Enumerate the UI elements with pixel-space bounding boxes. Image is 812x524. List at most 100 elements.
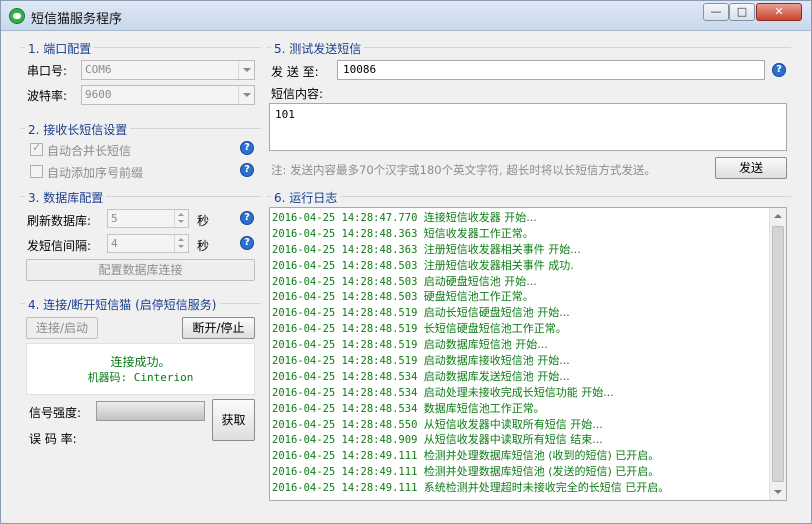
log-message: 硬盘短信池工作正常。 [423, 290, 534, 304]
device-model-text: 机器码: Cinterion [87, 371, 194, 384]
log-line: 2016-04-25 14:28:48.503 注册短信收发器相关事件 成功. [272, 258, 768, 274]
connect-group: 4. 连接/断开短信猫 (启停短信服务) [21, 296, 261, 313]
log-time: 2016-04-25 14:28:48.519 [272, 355, 418, 368]
long-sms-title: 2. 接收长短信设置 [25, 121, 131, 138]
add-seq-prefix-checkbox[interactable] [30, 165, 43, 178]
log-time: 2016-04-25 14:28:48.550 [272, 418, 418, 431]
log-time: 2016-04-25 14:28:48.503 [272, 291, 418, 304]
log-line: 2016-04-25 14:28:48.534 启动数据库发送短信池 开始... [272, 369, 768, 385]
serial-port-label: 串口号: [27, 64, 68, 78]
log-scrollbar[interactable] [769, 208, 786, 500]
main-window: 短信猫服务程序 — □ ✕ 1. 端口配置 串口号: COM6 波特率: 960… [0, 0, 812, 524]
log-time: 2016-04-25 14:28:49.111 [272, 450, 418, 463]
log-time: 2016-04-25 14:28:48.534 [272, 370, 418, 383]
log-message: 注册短信收发器相关事件 成功. [423, 258, 574, 272]
app-chat-icon [9, 8, 25, 24]
serial-port-select[interactable]: COM6 [81, 60, 255, 80]
database-title: 3. 数据库配置 [25, 189, 107, 206]
connection-status-panel: 连接成功。 机器码: Cinterion [26, 343, 255, 395]
close-button[interactable]: ✕ [756, 3, 802, 21]
send-to-label: 发 送 至: [271, 65, 319, 79]
help-icon[interactable]: ? [240, 236, 254, 250]
log-line: 2016-04-25 14:28:48.363 短信收发器工作正常。 [272, 226, 768, 242]
title-bar[interactable]: 短信猫服务程序 — □ ✕ [1, 1, 811, 31]
config-db-connection-button[interactable]: 配置数据库连接 [26, 259, 255, 281]
chevron-down-icon[interactable] [238, 61, 254, 79]
refresh-db-spinner[interactable]: 5 [107, 209, 189, 228]
log-message: 注册短信收发器相关事件 开始... [423, 242, 581, 256]
help-icon[interactable]: ? [240, 141, 254, 155]
sms-content-label: 短信内容: [271, 87, 324, 101]
signal-strength-bar [96, 401, 205, 421]
log-line: 2016-04-25 14:28:49.111 检测并处理数据库短信池 (收到的… [272, 448, 768, 464]
send-interval-label: 发短信间隔: [27, 239, 92, 253]
refresh-db-value: 5 [111, 212, 118, 225]
send-sms-button[interactable]: 发送 [715, 157, 787, 179]
signal-strength-label: 信号强度: [29, 406, 82, 420]
maximize-button[interactable]: □ [729, 3, 755, 21]
refresh-db-label: 刷新数据库: [27, 214, 92, 228]
log-time: 2016-04-25 14:28:48.519 [272, 307, 418, 320]
log-line: 2016-04-25 14:28:48.534 启动处理未接收完成长短信功能 开… [272, 385, 768, 401]
baud-rate-select[interactable]: 9600 [81, 85, 255, 105]
log-message: 数据库短信池工作正常。 [423, 401, 545, 415]
connection-status-text: 连接成功。 [110, 355, 171, 369]
connect-title: 4. 连接/断开短信猫 (启停短信服务) [25, 296, 220, 313]
log-message: 检测并处理数据库短信池 (发送的短信) 已开启。 [423, 465, 660, 479]
log-time: 2016-04-25 14:28:48.534 [272, 386, 418, 399]
spinner-arrows[interactable] [174, 235, 188, 252]
log-lines: 2016-04-25 14:28:47.770 连接短信收发器 开始... 201… [272, 210, 768, 496]
log-time: 2016-04-25 14:28:48.363 [272, 227, 418, 240]
send-interval-unit: 秒 [197, 239, 210, 253]
log-message: 短信收发器工作正常。 [423, 226, 534, 240]
help-icon[interactable]: ? [240, 211, 254, 225]
run-log-panel[interactable]: 2016-04-25 14:28:47.770 连接短信收发器 开始... 201… [269, 207, 787, 501]
port-config-group: 1. 端口配置 [21, 40, 261, 57]
log-message: 连接短信收发器 开始... [423, 211, 537, 224]
chevron-down-icon[interactable] [238, 86, 254, 104]
connect-start-button[interactable]: 连接/启动 [26, 317, 98, 339]
scroll-down-icon[interactable] [774, 490, 782, 494]
log-line: 2016-04-25 14:28:48.519 启动数据库短信池 开始... [272, 337, 768, 353]
log-line: 2016-04-25 14:28:49.111 系统检测并处理超时未接收完全的长… [272, 480, 768, 496]
long-sms-group: 2. 接收长短信设置 [21, 121, 261, 138]
minimize-button[interactable]: — [703, 3, 729, 21]
port-config-title: 1. 端口配置 [25, 40, 95, 57]
log-message: 长短信硬盘短信池工作正常。 [423, 322, 567, 336]
log-line: 2016-04-25 14:28:48.519 长短信硬盘短信池工作正常。 [272, 321, 768, 337]
log-message: 从短信收发器中读取所有短信 结束... [423, 433, 603, 447]
log-time: 2016-04-25 14:28:48.503 [272, 259, 418, 272]
window-title: 短信猫服务程序 [31, 12, 123, 27]
send-to-input[interactable]: 10086 [337, 60, 765, 80]
refresh-db-unit: 秒 [197, 214, 210, 228]
spinner-arrows[interactable] [174, 210, 188, 227]
log-line: 2016-04-25 14:28:48.363 注册短信收发器相关事件 开始..… [272, 242, 768, 258]
log-time: 2016-04-25 14:28:48.519 [272, 339, 418, 352]
log-time: 2016-04-25 14:28:49.111 [272, 482, 418, 495]
log-line: 2016-04-25 14:28:47.770 连接短信收发器 开始... [272, 210, 768, 226]
sms-content-textarea[interactable]: 101 [269, 103, 787, 151]
scroll-thumb[interactable] [772, 226, 784, 482]
help-icon[interactable]: ? [240, 163, 254, 177]
log-message: 启动数据库短信池 开始... [423, 338, 548, 352]
log-time: 2016-04-25 14:28:49.111 [272, 466, 418, 479]
log-time: 2016-04-25 14:28:48.503 [272, 275, 418, 288]
get-signal-button[interactable]: 获取 [212, 399, 255, 441]
merge-long-sms-checkbox[interactable] [30, 141, 43, 156]
log-message: 启动硬盘短信池 开始... [423, 274, 537, 288]
log-message: 系统检测并处理超时未接收完全的长短信 已开启。 [423, 481, 670, 495]
baud-rate-value: 9600 [85, 88, 112, 101]
scroll-up-icon[interactable] [774, 214, 782, 218]
send-interval-spinner[interactable]: 4 [107, 234, 189, 253]
log-title: 6. 运行日志 [271, 189, 341, 206]
log-line: 2016-04-25 14:28:48.534 数据库短信池工作正常。 [272, 401, 768, 417]
log-message: 启动长短信硬盘短信池 开始... [423, 306, 570, 320]
log-message: 启动数据库发送短信池 开始... [423, 369, 570, 383]
log-time: 2016-04-25 14:28:48.909 [272, 434, 418, 447]
log-message: 检测并处理数据库短信池 (收到的短信) 已开启。 [423, 449, 660, 463]
database-group: 3. 数据库配置 [21, 189, 261, 206]
log-line: 2016-04-25 14:28:48.550 从短信收发器中读取所有短信 开始… [272, 417, 768, 433]
log-line: 2016-04-25 14:28:48.519 启动长短信硬盘短信池 开始... [272, 305, 768, 321]
disconnect-stop-button[interactable]: 断开/停止 [182, 317, 255, 339]
help-icon[interactable]: ? [772, 63, 786, 77]
